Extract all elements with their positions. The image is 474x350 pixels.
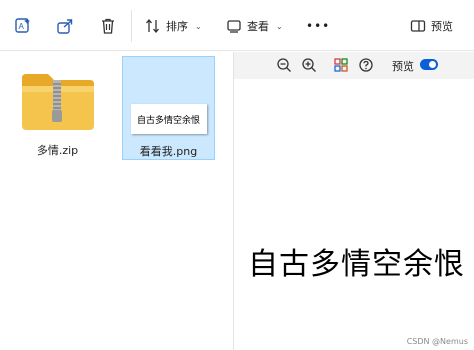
ai-rename-button[interactable]: A: [10, 13, 36, 39]
view-icon: [227, 20, 241, 33]
zoom-in-icon: [302, 58, 316, 72]
preview-image-text: 自古多情空余恨: [248, 247, 465, 282]
zoom-in-button[interactable]: [300, 56, 318, 74]
chevron-down-icon: ⌄: [276, 21, 283, 31]
file-item-png[interactable]: 自古多情空余恨 看看我.png: [122, 56, 215, 160]
zip-folder-icon: [21, 74, 94, 130]
help-icon: [359, 58, 373, 72]
file-name: 多情.zip: [36, 144, 79, 157]
trash-icon: [102, 18, 114, 34]
chevron-down-icon: ⌄: [195, 21, 202, 31]
sort-button[interactable]: 排序 ⌄: [145, 13, 202, 39]
preview-pane-button[interactable]: 预览: [410, 13, 453, 39]
zoom-out-icon: [277, 58, 291, 72]
preview-pane: 预览 自古多情空余恨 CSDN @Nemus: [233, 52, 474, 350]
ai-text-icon: A: [15, 18, 30, 33]
help-button[interactable]: [357, 56, 375, 74]
image-thumbnail: 自古多情空余恨: [130, 104, 207, 134]
svg-text:A: A: [19, 22, 25, 31]
preview-pane-label: 预览: [431, 20, 453, 33]
watermark: CSDN @Nemus: [406, 337, 468, 346]
apps-button[interactable]: [332, 56, 350, 74]
apps-grid-icon: [334, 58, 348, 72]
zoom-out-button[interactable]: [275, 56, 293, 74]
file-list: 多情.zip 自古多情空余恨 看看我.png: [0, 52, 233, 350]
view-label: 查看: [247, 20, 269, 33]
toolbar: A 排序 ⌄ 查看 ⌄ ••• 预览: [0, 0, 474, 51]
share-button[interactable]: [52, 13, 78, 39]
file-name: 看看我.png: [139, 145, 198, 158]
file-item-zip[interactable]: 多情.zip: [10, 58, 105, 162]
preview-toolbar: 预览: [234, 52, 474, 79]
view-button[interactable]: 查看 ⌄: [226, 13, 283, 39]
sort-icon: [146, 18, 159, 34]
preview-toggle[interactable]: [420, 59, 438, 70]
preview-toggle-label: 预览: [392, 60, 414, 73]
delete-button[interactable]: [95, 13, 121, 39]
toolbar-divider: [131, 10, 132, 42]
more-options-button[interactable]: •••: [306, 13, 330, 39]
more-options-label: •••: [306, 19, 331, 33]
preview-pane-icon: [410, 20, 426, 32]
sort-label: 排序: [166, 20, 188, 33]
thumbnail-text: 自古多情空余恨: [136, 115, 200, 126]
share-icon: [57, 19, 73, 34]
